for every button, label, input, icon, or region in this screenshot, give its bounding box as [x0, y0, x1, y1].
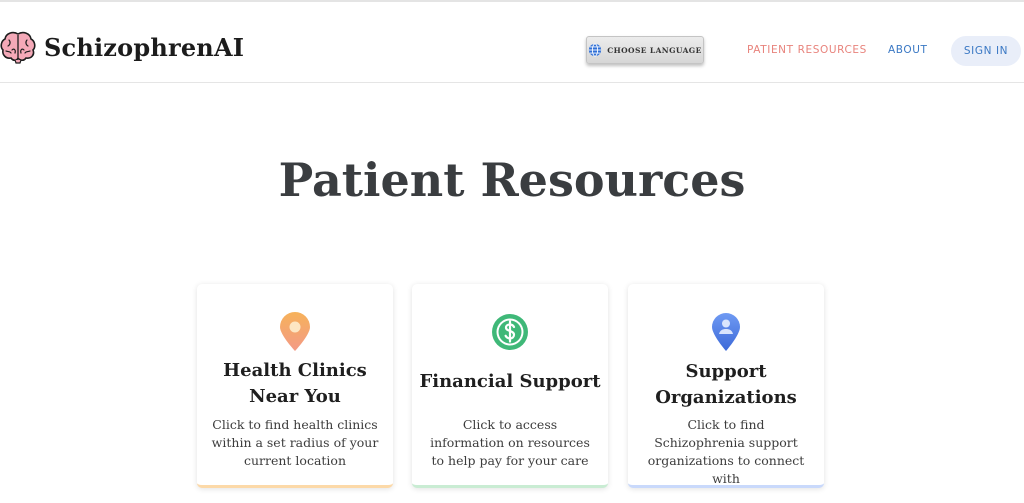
card-description: Click to find health clinics within a se… — [211, 417, 379, 468]
card-health-clinics[interactable]: Health Clinics Near You Click to find he… — [197, 284, 393, 488]
card-financial-support[interactable]: Financial Support Click to access inform… — [412, 284, 608, 488]
card-description: Click to access information on resources… — [430, 417, 590, 468]
brain-icon — [0, 31, 36, 64]
brand[interactable]: SchizophrenAI — [0, 30, 244, 64]
map-pin-icon — [280, 312, 310, 351]
card-title: Health Clinics Near You — [223, 360, 367, 407]
globe-icon — [589, 43, 602, 57]
card-description: Click to find Schizophrenia support orga… — [647, 417, 805, 486]
person-pin-icon — [712, 313, 740, 351]
choose-language-label: CHOOSE LANGUAGE — [607, 45, 702, 55]
sign-in-button[interactable]: SIGN IN — [951, 36, 1021, 66]
dollar-icon — [492, 314, 528, 350]
nav-link-patient-resources[interactable]: PATIENT RESOURCES — [747, 44, 867, 56]
page-title: Patient Resources — [278, 153, 746, 207]
nav-link-about[interactable]: ABOUT — [888, 44, 928, 56]
card-title: Financial Support — [419, 371, 601, 392]
card-support-organizations[interactable]: Support Organizations Click to find Schi… — [628, 284, 824, 488]
choose-language-button[interactable]: CHOOSE LANGUAGE — [586, 36, 704, 64]
brand-name: SchizophrenAI — [44, 32, 245, 62]
navbar: SchizophrenAI CHOOSE LANGUAGE PATIENT RE… — [0, 2, 1024, 83]
card-title: Support Organizations — [655, 361, 797, 408]
